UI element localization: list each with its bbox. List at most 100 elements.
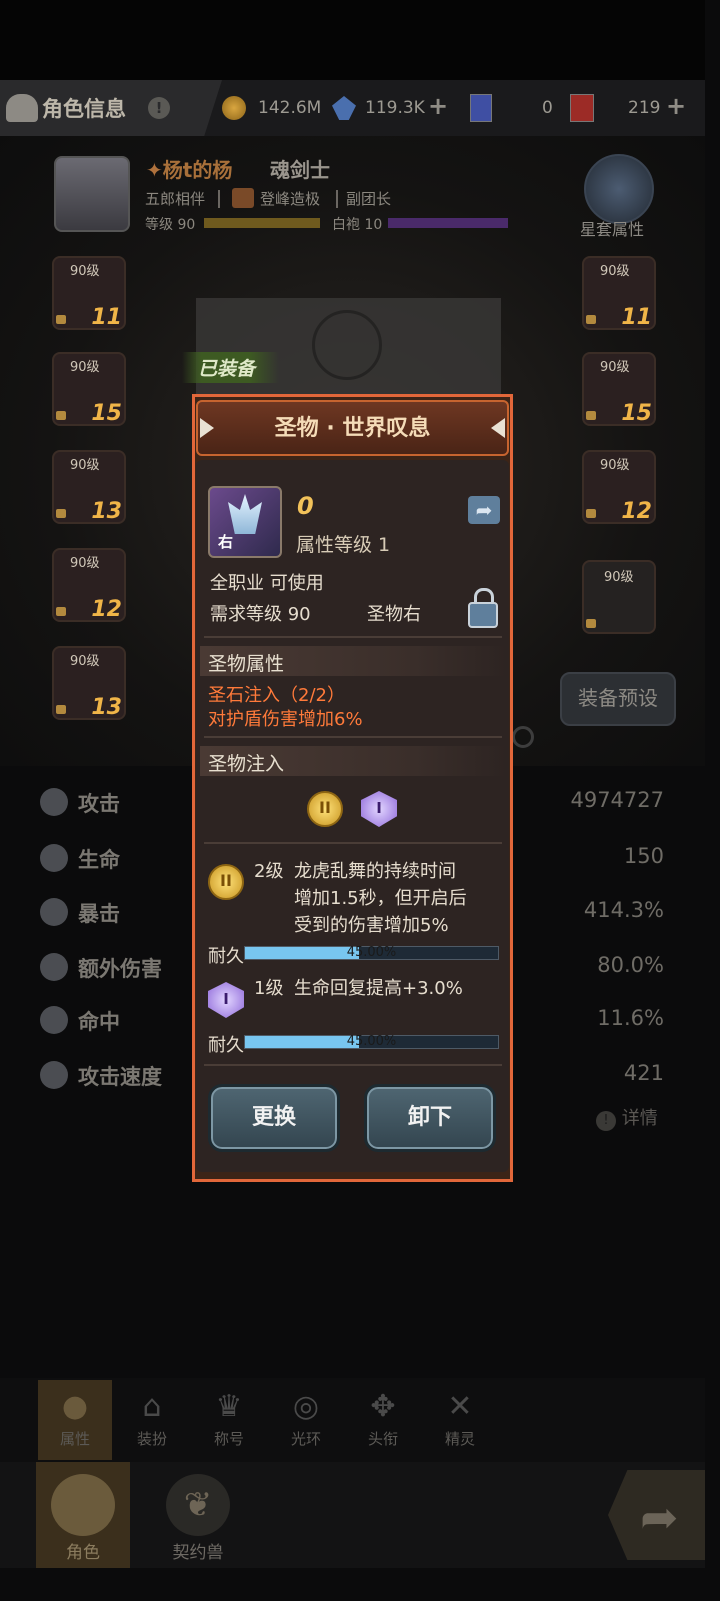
back-hat-icon[interactable] bbox=[6, 94, 38, 122]
nav-pet[interactable]: ❦ 契约兽 bbox=[156, 1462, 240, 1568]
star-set-label[interactable]: 星套属性 bbox=[580, 216, 644, 240]
relic-score: 0 bbox=[297, 492, 314, 520]
equip-slot-right-4[interactable]: 90级 bbox=[582, 560, 656, 634]
share-icon[interactable]: ➦ bbox=[468, 496, 500, 524]
rank-bar bbox=[388, 218, 508, 228]
slot-level: 90级 bbox=[70, 556, 100, 571]
slot-level: 90级 bbox=[604, 570, 634, 585]
gem-numeral: I bbox=[223, 990, 229, 1008]
star-icon: ✦ bbox=[146, 158, 163, 182]
ticket-icon bbox=[470, 94, 492, 122]
equipped-tag: 已装备 bbox=[182, 352, 280, 383]
effect1-line-3: 受到的伤害增加5% bbox=[294, 915, 449, 936]
medal-numeral: II bbox=[220, 871, 232, 890]
tab-label: 头衔 bbox=[367, 1430, 398, 1448]
equip-slot-left-4[interactable]: 90级 12 bbox=[52, 548, 126, 622]
unequip-button[interactable]: 卸下 bbox=[364, 1084, 496, 1152]
equip-slot-right-2[interactable]: 90级 15 bbox=[582, 352, 656, 426]
details-label: 详情 bbox=[621, 1108, 658, 1129]
equip-slot-right-3[interactable]: 90级 12 bbox=[582, 450, 656, 524]
dialog-title: 圣物 · 世界叹息 bbox=[274, 416, 431, 441]
equip-preset-button[interactable]: 装备预设 bbox=[560, 672, 676, 726]
gold-medal-icon[interactable]: II bbox=[307, 791, 343, 827]
slot-level: 90级 bbox=[600, 458, 630, 473]
slot-level: 90级 bbox=[70, 360, 100, 375]
equip-slot-left-3[interactable]: 90级 13 bbox=[52, 450, 126, 524]
gold-coin-icon bbox=[222, 96, 246, 120]
equip-slot-left-2[interactable]: 90级 15 bbox=[52, 352, 126, 426]
effect1-line-1: 龙虎乱舞的持续时间 bbox=[294, 861, 456, 882]
tab-aura[interactable]: ◎ 光环 bbox=[269, 1384, 343, 1460]
stat-value: 150 bbox=[623, 844, 664, 868]
relic-slot-tag: 右 bbox=[218, 533, 234, 551]
equip-slot-left-5[interactable]: 90级 13 bbox=[52, 646, 126, 720]
required-level: 需求等级 90 bbox=[210, 604, 311, 625]
section-relic-infuse: 圣物注入 bbox=[200, 746, 506, 776]
shield-bonus-text: 对护盾伤害增加6% bbox=[208, 709, 363, 730]
nav-label: 契约兽 bbox=[172, 1543, 224, 1563]
enhance-level: 13 bbox=[91, 695, 122, 720]
section-title: 圣物注入 bbox=[208, 753, 285, 775]
relic-item-icon: 右 bbox=[208, 486, 282, 558]
stat-value: 421 bbox=[623, 1061, 664, 1085]
sep-line-2 bbox=[336, 190, 338, 208]
arrow-icon: ➦ bbox=[640, 1490, 679, 1544]
guild-name: 登峰造极 bbox=[260, 190, 321, 208]
section-relic-attributes: 圣物属性 bbox=[200, 646, 506, 676]
attribute-level: 属性等级 1 bbox=[296, 534, 391, 556]
info-icon[interactable]: ! bbox=[148, 97, 170, 119]
medal-numeral: II bbox=[319, 798, 331, 817]
lock-icon[interactable] bbox=[468, 588, 498, 628]
attack-icon bbox=[40, 788, 68, 816]
sep-line bbox=[218, 190, 220, 208]
stat-value: 4974727 bbox=[570, 788, 664, 812]
tab-title[interactable]: ♛ 称号 bbox=[192, 1384, 266, 1460]
divider bbox=[204, 842, 502, 844]
guild-role: 副团长 bbox=[346, 190, 392, 208]
paw-icon: ❦ bbox=[166, 1474, 230, 1536]
level-label: 等级 90 bbox=[145, 217, 196, 233]
add-card-icon[interactable]: + bbox=[666, 92, 686, 120]
relic-crown-icon bbox=[228, 494, 262, 534]
nav-character[interactable]: 角色 bbox=[36, 1462, 130, 1568]
lock-icon bbox=[56, 509, 66, 518]
effect2-text: 生命回复提高+3.0% bbox=[294, 978, 463, 999]
preview-circle bbox=[312, 310, 382, 380]
equip-slot-left-1[interactable]: 90级 11 bbox=[52, 256, 126, 330]
lock-icon bbox=[56, 411, 66, 420]
search-icon[interactable] bbox=[512, 726, 534, 748]
enhance-level: 11 bbox=[91, 305, 122, 330]
partner-text: 五郎相伴 bbox=[145, 190, 206, 208]
tab-rank[interactable]: ✥ 头衔 bbox=[346, 1384, 420, 1460]
add-crystal-icon[interactable]: + bbox=[428, 92, 448, 120]
tab-spirit[interactable]: ✕ 精灵 bbox=[423, 1384, 497, 1460]
star-set-icon[interactable] bbox=[584, 154, 654, 224]
usable-class: 全职业 可使用 bbox=[210, 573, 324, 594]
replace-label: 更换 bbox=[251, 1105, 296, 1130]
halo-icon: ◎ bbox=[292, 1389, 320, 1424]
replace-button[interactable]: 更换 bbox=[208, 1084, 340, 1152]
equip-preset-label: 装备预设 bbox=[578, 686, 658, 710]
tab-outfit[interactable]: ⌂ 装扮 bbox=[115, 1384, 189, 1460]
gold-medal-icon: II bbox=[208, 864, 244, 900]
enhance-level: 11 bbox=[621, 305, 652, 330]
enhance-level: 15 bbox=[621, 401, 652, 426]
emblem-icon: ✥ bbox=[370, 1389, 396, 1424]
avatar[interactable] bbox=[54, 156, 130, 232]
level-bar bbox=[204, 218, 320, 228]
guild-emblem-icon bbox=[232, 188, 254, 208]
lock-icon bbox=[586, 411, 596, 420]
stat-label: 命中 bbox=[78, 1010, 120, 1034]
tab-attributes[interactable]: ● 属性 bbox=[38, 1384, 112, 1460]
char-name-row: ✦杨t的杨 bbox=[146, 154, 232, 183]
stat-value: 80.0% bbox=[597, 953, 664, 977]
lock-icon bbox=[586, 509, 596, 518]
slot-level: 90级 bbox=[70, 264, 100, 279]
crystal-amount: 119.3K bbox=[365, 98, 425, 118]
relic-slot: 圣物右 bbox=[367, 604, 421, 625]
details-link[interactable]: ! 详情 bbox=[596, 1104, 658, 1131]
tab-label: 光环 bbox=[290, 1430, 321, 1448]
stone-infuse-text: 圣石注入（2/2） bbox=[208, 685, 345, 706]
durability-percent: 45.00% bbox=[346, 1034, 397, 1049]
equip-slot-right-1[interactable]: 90级 11 bbox=[582, 256, 656, 330]
